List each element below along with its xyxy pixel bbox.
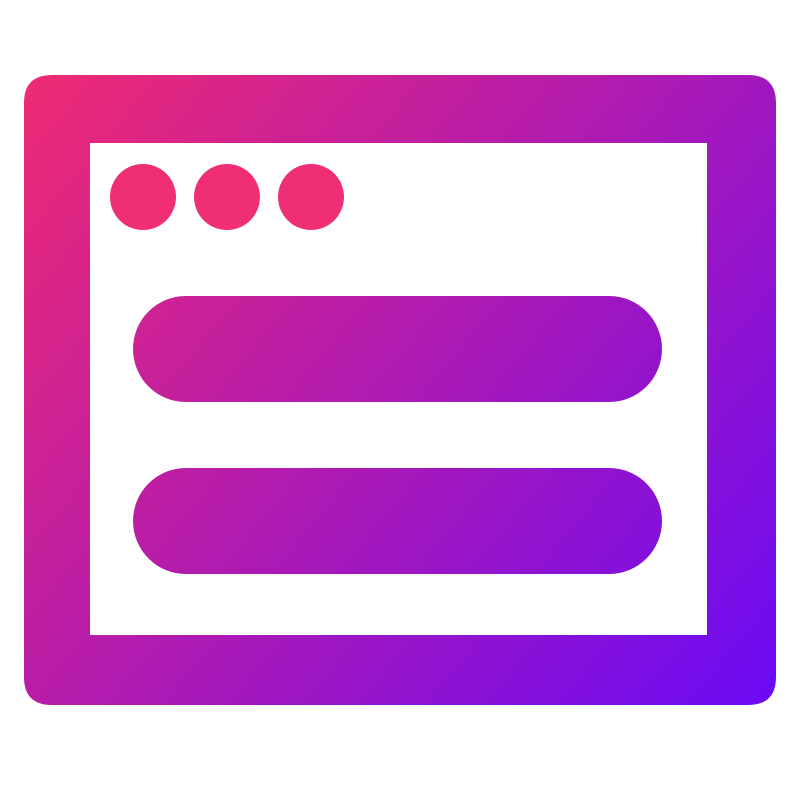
content-bar-1 bbox=[133, 296, 662, 402]
icon-canvas bbox=[0, 0, 800, 800]
window-dot-1 bbox=[110, 164, 176, 230]
window-dot-2 bbox=[194, 164, 260, 230]
window-dot-3 bbox=[278, 164, 344, 230]
content-bar-2 bbox=[133, 468, 662, 574]
window-dots bbox=[110, 164, 344, 230]
browser-window-icon bbox=[24, 75, 776, 705]
